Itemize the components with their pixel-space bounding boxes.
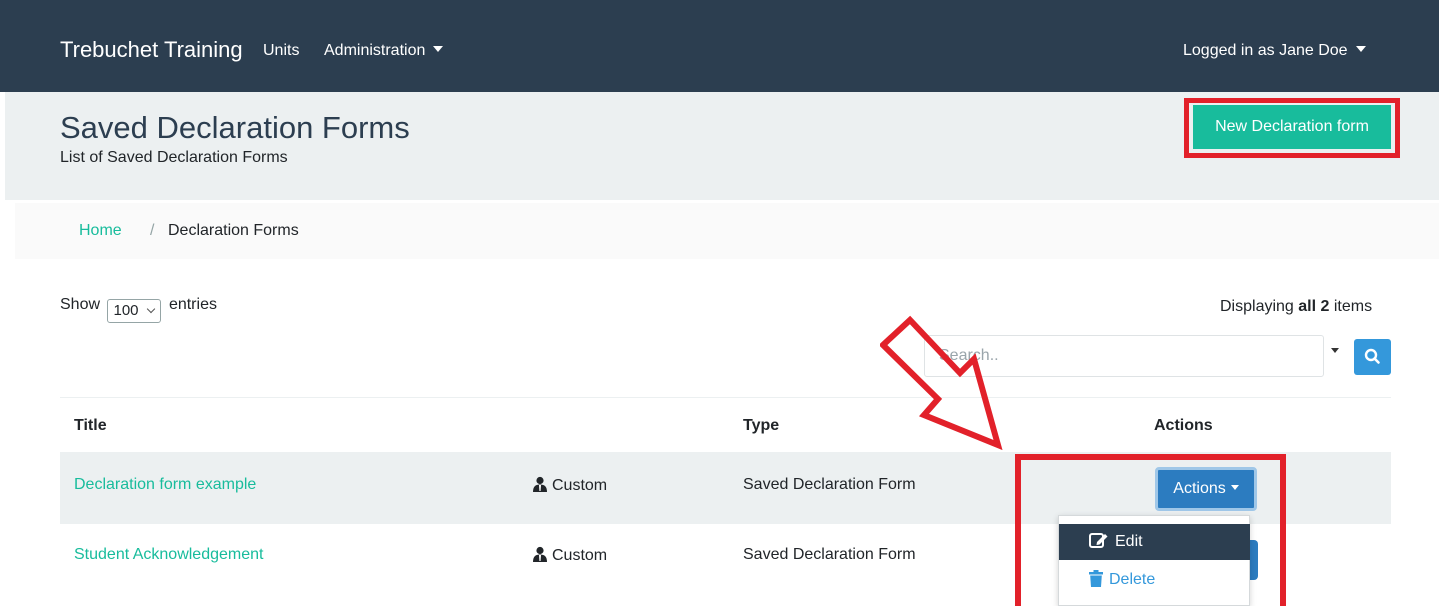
annotation-highlight-box — [1015, 454, 1286, 606]
user-icon — [533, 476, 547, 492]
search-icon — [1364, 348, 1380, 364]
search-options-caret-icon[interactable] — [1331, 348, 1339, 353]
form-title-link[interactable]: Student Acknowledgement — [74, 546, 263, 564]
caret-down-icon — [1355, 46, 1366, 52]
nav-administration[interactable]: Administration — [324, 42, 444, 60]
page-subtitle: List of Saved Declaration Forms — [60, 149, 288, 166]
custom-tag-label: Custom — [552, 547, 608, 564]
column-header-title: Title — [74, 417, 107, 434]
user-menu[interactable]: Logged in as Jane Doe — [1183, 42, 1366, 60]
displaying-suffix: items — [1333, 298, 1373, 315]
show-label: Show — [60, 296, 101, 313]
displaying-prefix: Displaying — [1220, 298, 1294, 315]
entries-select[interactable]: 100 — [107, 299, 162, 323]
form-type: Saved Declaration Form — [743, 476, 916, 493]
user-menu-label: Logged in as Jane Doe — [1183, 42, 1348, 59]
chevron-down-icon — [147, 304, 156, 314]
entries-label: entries — [168, 296, 217, 313]
table-header: Title Type Actions — [60, 397, 1391, 454]
nav-administration-label: Administration — [324, 42, 426, 59]
caret-down-icon — [433, 46, 444, 52]
form-type: Saved Declaration Form — [743, 546, 916, 563]
custom-tag-label: Custom — [552, 477, 608, 494]
breadcrumb-current: Declaration Forms — [168, 222, 299, 239]
page-title: Saved Declaration Forms — [60, 110, 410, 145]
search-button[interactable] — [1354, 339, 1391, 375]
annotation-arrow — [880, 315, 1003, 451]
breadcrumb-separator: / — [150, 222, 155, 239]
displaying-count: Displaying all 2 items — [1220, 298, 1372, 316]
breadcrumb: Home / Declaration Forms — [15, 203, 1439, 259]
custom-tag: Custom — [532, 476, 607, 495]
column-header-type: Type — [743, 417, 780, 434]
page-header: Saved Declaration Forms List of Saved De… — [5, 92, 1439, 200]
nav-units[interactable]: Units — [263, 42, 299, 60]
new-declaration-form-button[interactable]: New Declaration form — [1193, 105, 1391, 149]
custom-tag: Custom — [532, 546, 607, 565]
brand-link[interactable]: Trebuchet Training — [60, 37, 243, 63]
show-entries: Show 100 entries — [60, 296, 217, 323]
entries-select-value: 100 — [113, 302, 139, 319]
form-title-link[interactable]: Declaration form example — [74, 476, 256, 494]
breadcrumb-home[interactable]: Home — [79, 203, 122, 259]
top-navbar: Trebuchet Training Units Administration … — [0, 0, 1439, 92]
displaying-count-value: all 2 — [1298, 298, 1330, 315]
column-header-actions: Actions — [1154, 417, 1213, 434]
user-icon — [533, 546, 547, 562]
